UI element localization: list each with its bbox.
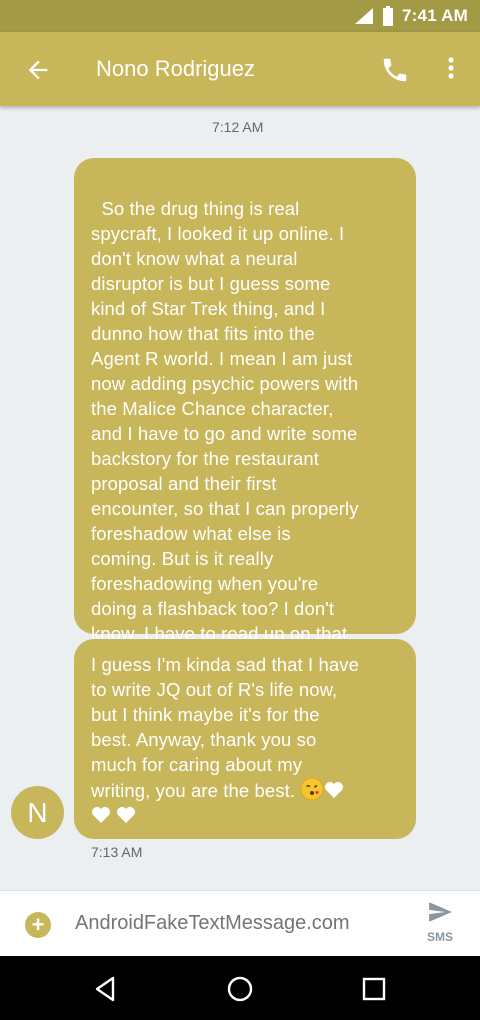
message-timestamp: 7:13 AM xyxy=(91,844,143,860)
send-button[interactable]: SMS xyxy=(420,899,460,951)
contact-name: Nono Rodriguez xyxy=(96,56,255,81)
back-nav-icon[interactable] xyxy=(91,974,121,1004)
app-bar: Nono Rodriguez xyxy=(0,32,480,106)
send-icon xyxy=(429,902,452,922)
avatar: N xyxy=(11,786,64,839)
back-arrow-icon[interactable] xyxy=(24,56,52,84)
battery-icon xyxy=(383,6,394,26)
message-timestamp: 7:12 AM xyxy=(212,119,264,135)
more-options-icon[interactable] xyxy=(440,54,462,84)
signal-icon xyxy=(355,8,374,24)
message-text: So the drug thing is real spycraft, I lo… xyxy=(91,198,359,644)
home-nav-icon[interactable] xyxy=(225,974,255,1004)
message-bubble: I guess I'm kinda sad that I have to wri… xyxy=(74,639,416,839)
phone-icon[interactable] xyxy=(380,55,410,85)
avatar-letter: N xyxy=(27,796,48,828)
message-composer: + SMS xyxy=(0,890,480,956)
system-nav-bar xyxy=(0,956,480,1020)
add-attachment-icon[interactable]: + xyxy=(25,912,51,938)
kissing-face-emoji-icon xyxy=(301,777,324,801)
status-time: 7:41 AM xyxy=(402,6,468,25)
heart-icon xyxy=(92,807,110,823)
heart-icon xyxy=(117,807,136,823)
heart-icon xyxy=(325,782,344,798)
recents-nav-icon[interactable] xyxy=(359,974,389,1004)
status-bar: 7:41 AM xyxy=(0,0,480,32)
send-label: SMS xyxy=(426,930,453,944)
message-input[interactable] xyxy=(75,912,395,935)
message-bubble: So the drug thing is real spycraft, I lo… xyxy=(74,158,416,644)
